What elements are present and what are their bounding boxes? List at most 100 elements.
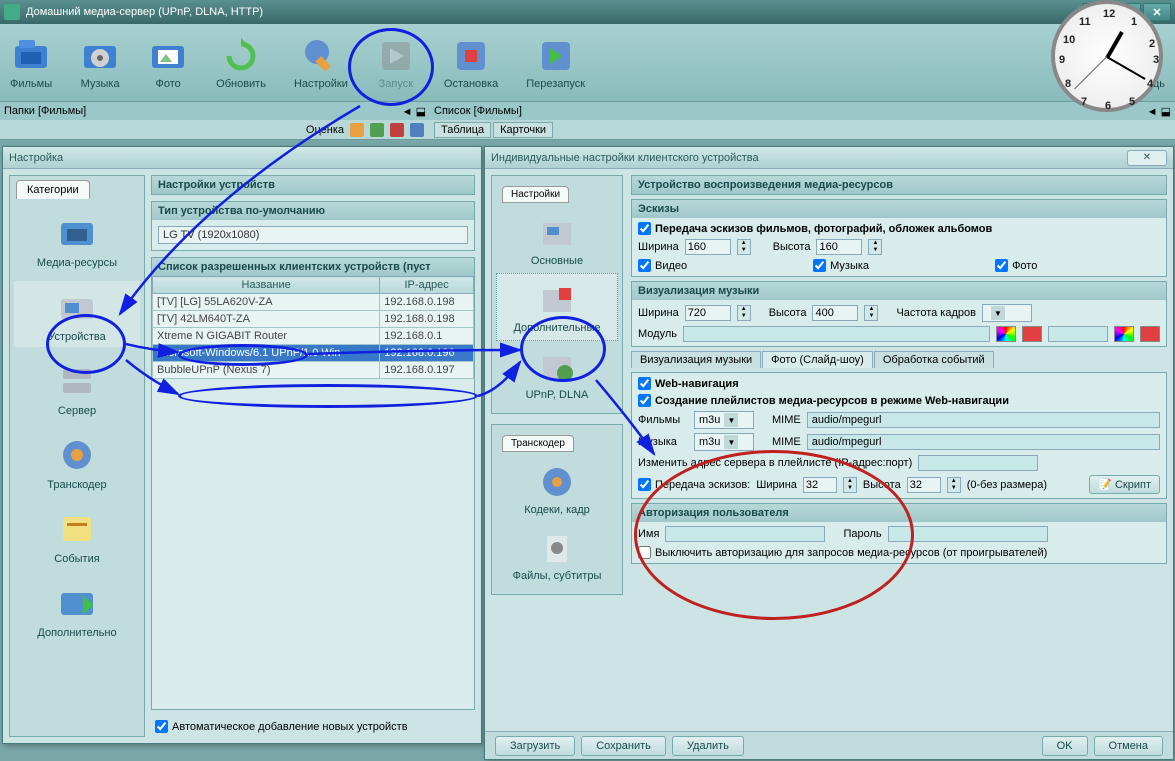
server-addr-input[interactable] bbox=[918, 455, 1038, 471]
delete-button[interactable]: Удалить bbox=[672, 736, 744, 756]
cat-transcoder[interactable]: Транскодер bbox=[14, 429, 140, 495]
toolbar-start[interactable]: Запуск bbox=[376, 36, 416, 90]
music-mime-input[interactable] bbox=[807, 434, 1160, 450]
video-checkbox[interactable] bbox=[638, 259, 651, 272]
events-icon bbox=[55, 507, 99, 551]
auto-add-checkbox[interactable] bbox=[155, 720, 168, 733]
script-button[interactable]: 📝 Скрипт bbox=[1089, 475, 1160, 494]
fps-combo[interactable]: ▼ bbox=[982, 304, 1032, 322]
music-format-combo[interactable]: m3u▼ bbox=[694, 433, 754, 451]
disable-auth-checkbox[interactable] bbox=[638, 546, 651, 559]
server-icon bbox=[55, 359, 99, 403]
auth-name-input[interactable] bbox=[665, 526, 825, 542]
tab-row: Папки [Фильмы] ◄ ⬓ Список [Фильмы] ◄ ⬓ bbox=[0, 102, 1175, 120]
icon-3[interactable] bbox=[390, 123, 404, 137]
extra-icon bbox=[55, 581, 99, 625]
table-row[interactable]: [TV] [LG] 55LA620V-ZA192.168.0.198 bbox=[153, 294, 474, 311]
toolbar-restart[interactable]: Перезапуск bbox=[526, 36, 585, 90]
toolbar-refresh[interactable]: Обновить bbox=[216, 36, 266, 90]
films-format-combo[interactable]: m3u▼ bbox=[694, 411, 754, 429]
vis-width-input[interactable] bbox=[685, 305, 731, 321]
thumb-height-input[interactable] bbox=[816, 239, 862, 255]
module-input[interactable] bbox=[683, 326, 990, 342]
cat-server[interactable]: Сервер bbox=[14, 355, 140, 421]
dialog-close-button[interactable]: ✕ bbox=[1127, 150, 1167, 166]
subtabs: Визуализация музыки Фото (Слайд-шоу) Обр… bbox=[631, 351, 1167, 368]
settings-dialog-title: Настройка bbox=[3, 147, 481, 169]
cat-events[interactable]: События bbox=[14, 503, 140, 569]
details-dialog: Индивидуальные настройки клиентского уст… bbox=[484, 146, 1174, 760]
sub-toolbar: Оценка Таблица Карточки bbox=[0, 120, 1175, 140]
nav-upnp[interactable]: UPnP, DLNA bbox=[496, 341, 618, 407]
toolbar-stop[interactable]: Остановка bbox=[444, 36, 498, 90]
icon-2[interactable] bbox=[370, 123, 384, 137]
thumb-width-input[interactable] bbox=[685, 239, 731, 255]
color-picker-icon[interactable] bbox=[996, 326, 1016, 342]
folder-music-icon bbox=[80, 36, 120, 76]
tab-table[interactable]: Таблица bbox=[434, 122, 491, 138]
nav-additional[interactable]: Дополнительные bbox=[496, 273, 618, 341]
list-label: Список [Фильмы] bbox=[434, 105, 522, 117]
rating-label: Оценка bbox=[306, 124, 344, 136]
spinner[interactable]: ▲▼ bbox=[737, 239, 751, 255]
table-row[interactable]: Xtreme N GIGABIT Router192.168.0.1 bbox=[153, 328, 474, 345]
transcoder-icon bbox=[55, 433, 99, 477]
details-dialog-title: Индивидуальные настройки клиентского уст… bbox=[485, 147, 1173, 169]
tab-cards[interactable]: Карточки bbox=[493, 122, 553, 138]
main-toolbar: Фильмы Музыка Фото Обновить Настройки За… bbox=[0, 24, 1175, 102]
nav-codecs[interactable]: Кодеки, кадр bbox=[496, 456, 618, 522]
table-row[interactable]: [TV] 42LM640T-ZA192.168.0.198 bbox=[153, 311, 474, 328]
icon-1[interactable] bbox=[350, 123, 364, 137]
delete-icon[interactable] bbox=[1140, 326, 1160, 342]
send-thumbs2-checkbox[interactable] bbox=[638, 478, 651, 491]
device-settings-group: Настройки устройств bbox=[151, 175, 475, 195]
cat-devices[interactable]: Устройства bbox=[14, 281, 140, 347]
settings-dialog: Настройка Категории Медиа-ресурсы Устрой… bbox=[2, 146, 482, 744]
devices-icon bbox=[55, 285, 99, 329]
default-device-input[interactable] bbox=[158, 226, 468, 244]
files-icon bbox=[537, 528, 577, 568]
load-button[interactable]: Загрузить bbox=[495, 736, 575, 756]
subtab-photo[interactable]: Фото (Слайд-шоу) bbox=[762, 351, 873, 368]
cat-media[interactable]: Медиа-ресурсы bbox=[14, 207, 140, 273]
webnav-checkbox[interactable] bbox=[638, 377, 651, 390]
codecs-icon bbox=[537, 462, 577, 502]
films-mime-input[interactable] bbox=[807, 412, 1160, 428]
toolbar-films[interactable]: Фильмы bbox=[10, 36, 52, 90]
ok-button[interactable]: OK bbox=[1042, 736, 1088, 756]
categories-tab[interactable]: Категории bbox=[16, 180, 90, 199]
folders-label: Папки [Фильмы] bbox=[4, 105, 86, 117]
nav-thumb-w-input[interactable] bbox=[803, 477, 837, 493]
stop-icon bbox=[451, 36, 491, 76]
toolbar-settings[interactable]: Настройки bbox=[294, 36, 348, 90]
photo-checkbox[interactable] bbox=[995, 259, 1008, 272]
folder-film-icon bbox=[11, 36, 51, 76]
subtab-musicvis[interactable]: Визуализация музыки bbox=[631, 351, 761, 368]
upnp-icon bbox=[537, 347, 577, 387]
nav-files[interactable]: Файлы, субтитры bbox=[496, 522, 618, 588]
music-checkbox[interactable] bbox=[813, 259, 826, 272]
toolbar-music[interactable]: Музыка bbox=[80, 36, 120, 90]
create-playlists-checkbox[interactable] bbox=[638, 394, 651, 407]
nav-main[interactable]: Основные bbox=[496, 207, 618, 273]
icon-4[interactable] bbox=[410, 123, 424, 137]
color-picker-icon[interactable] bbox=[1114, 326, 1134, 342]
nav-thumb-h-input[interactable] bbox=[907, 477, 941, 493]
table-row-selected[interactable]: Microsoft-Windows/6.1 UPnP/1.0 Win192.16… bbox=[153, 345, 474, 362]
send-thumbs-checkbox[interactable] bbox=[638, 222, 651, 235]
cancel-button[interactable]: Отмена bbox=[1094, 736, 1163, 756]
subtab-events[interactable]: Обработка событий bbox=[874, 351, 994, 368]
clock-widget: 12 1 2 3 4 5 6 7 8 9 10 11 bbox=[1051, 0, 1171, 120]
auth-password-input[interactable] bbox=[888, 526, 1048, 542]
window-title: Домашний медиа-сервер (UPnP, DLNA, HTTP) bbox=[26, 6, 263, 18]
save-button[interactable]: Сохранить bbox=[581, 736, 666, 756]
vis-height-input[interactable] bbox=[812, 305, 858, 321]
media-icon bbox=[55, 211, 99, 255]
main-icon bbox=[537, 213, 577, 253]
titlebar: Домашний медиа-сервер (UPnP, DLNA, HTTP)… bbox=[0, 0, 1175, 24]
toolbar-photo[interactable]: Фото bbox=[148, 36, 188, 90]
delete-icon[interactable] bbox=[1022, 326, 1042, 342]
devices-table: НазваниеIP-адрес [TV] [LG] 55LA620V-ZA19… bbox=[152, 276, 474, 379]
table-row[interactable]: BubbleUPnP (Nexus 7)192.168.0.197 bbox=[153, 362, 474, 379]
cat-extra[interactable]: Дополнительно bbox=[14, 577, 140, 643]
